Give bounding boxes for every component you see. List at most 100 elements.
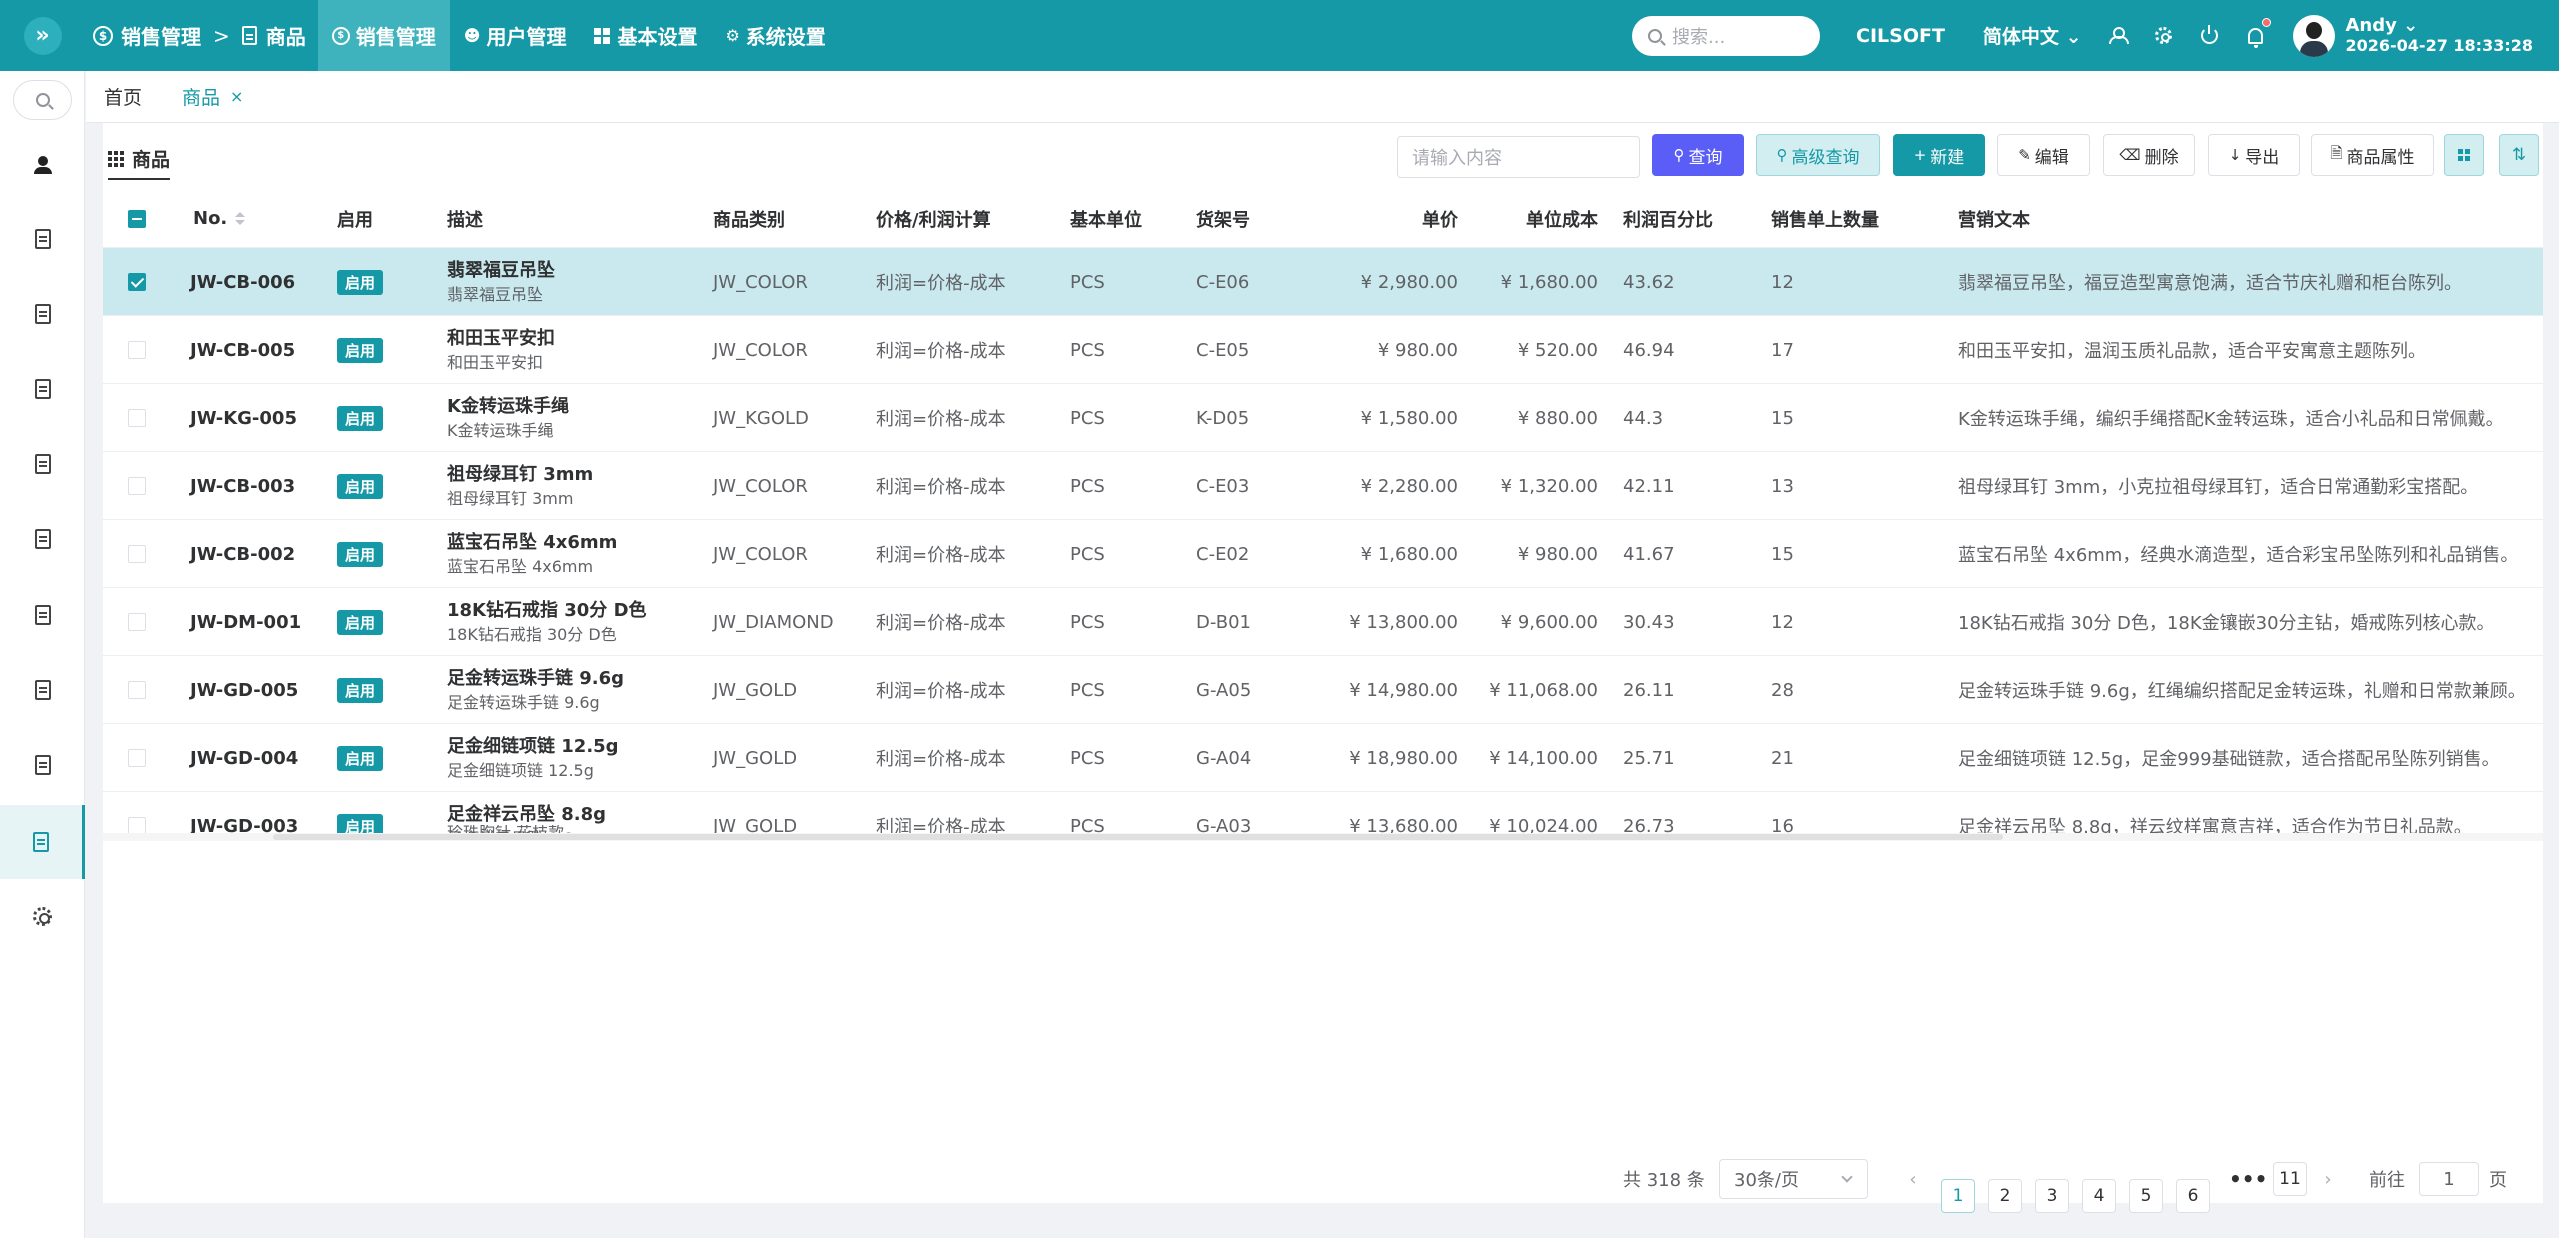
sidebar-item-document-5[interactable] xyxy=(0,502,85,576)
shelf-cell: C-E03 xyxy=(1196,475,1250,497)
sort-toggle-button[interactable]: ⇅ xyxy=(2499,134,2539,176)
next-page-button[interactable]: › xyxy=(2314,1162,2342,1196)
table-row[interactable]: JW-KG-005 启用 K金转运珠手绳 K金转运珠手绳 JW_KGOLD 利润=价格-成… xyxy=(103,384,2543,452)
query-input[interactable]: 请输入内容 xyxy=(1397,136,1640,178)
shelf-cell: C-E06 xyxy=(1196,271,1250,293)
enabled-cell: 启用 xyxy=(337,520,384,588)
delete-button[interactable]: ⌫ 删除 xyxy=(2103,134,2195,176)
product-name: 足金转运珠手链 9.6g xyxy=(447,668,625,689)
page-3[interactable]: 3 xyxy=(2035,1179,2069,1213)
table-row[interactable]: JW-DM-001 启用 18K钻石戒指 30分 D色 18K钻石戒指 30分 D色 J… xyxy=(103,588,2543,656)
nav-basic-settings[interactable]: 基本设置 xyxy=(580,0,711,71)
new-button[interactable]: + 新建 xyxy=(1893,134,1985,176)
settings-button[interactable] xyxy=(2153,26,2173,46)
price-calc-cell: 利润=价格-成本 xyxy=(876,341,1006,362)
sidebar-item-settings[interactable] xyxy=(0,879,85,953)
row-checkbox[interactable] xyxy=(128,384,146,452)
tab-products[interactable]: 商品 × xyxy=(182,83,243,110)
sidebar-item-document-2[interactable] xyxy=(0,277,85,351)
language-select[interactable]: 简体中文 ⌄ xyxy=(1983,22,2082,49)
row-checkbox[interactable] xyxy=(128,452,146,520)
close-icon[interactable]: × xyxy=(230,87,243,106)
row-checkbox[interactable] xyxy=(128,792,146,833)
product-attributes-button[interactable]: 🗎 商品属性 xyxy=(2311,134,2434,176)
logout-button[interactable] xyxy=(2199,25,2219,46)
sort-icon[interactable] xyxy=(235,212,246,225)
product-no: JW-CB-006 xyxy=(190,271,296,293)
page-5[interactable]: 5 xyxy=(2129,1179,2163,1213)
global-search-input[interactable]: 搜索... xyxy=(1632,15,1821,56)
enabled-cell: 启用 xyxy=(337,248,384,316)
sidebar-search-button[interactable] xyxy=(13,80,72,120)
view-title[interactable]: 商品 xyxy=(108,145,171,180)
sidebar-item-document-1[interactable] xyxy=(0,202,85,276)
top-nav: $ 销售管理 ☻ 用户管理 基本设置 ⚙ 系统设置 xyxy=(317,0,840,71)
table-row[interactable]: JW-CB-003 启用 祖母绿耳钉 3mm 祖母绿耳钉 3mm JW_COLOR 利润=… xyxy=(103,452,2543,520)
table-row[interactable]: JW-CB-006 启用 翡翠福豆吊坠 翡翠福豆吊坠 JW_COLOR 利润=价格-成本 P… xyxy=(103,248,2543,316)
page-4[interactable]: 4 xyxy=(2082,1179,2116,1213)
table-row[interactable]: JW-GD-004 启用 足金细链项链 12.5g 足金细链项链 12.5g JW_GO… xyxy=(103,724,2543,792)
qty-cell: 15 xyxy=(1771,407,1794,429)
page-last[interactable]: 11 xyxy=(2273,1162,2307,1196)
sidebar-item-document-8[interactable] xyxy=(0,728,85,802)
unit-cell: PCS xyxy=(1070,611,1105,633)
breadcrumb-module[interactable]: $ 销售管理 xyxy=(93,21,201,50)
advanced-query-button[interactable]: ⚲ 高级查询 xyxy=(1756,134,1880,176)
category-cell: JW_COLOR xyxy=(713,543,808,565)
prev-page-button[interactable]: ‹ xyxy=(1899,1162,1927,1196)
grid-icon xyxy=(594,27,611,44)
price-cell: ¥ 2,980.00 xyxy=(1360,271,1458,293)
row-checkbox[interactable] xyxy=(128,248,146,316)
table-row[interactable]: JW-GD-005 启用 足金转运珠手链 9.6g 足金转运珠手链 9.6g JW_GO… xyxy=(103,656,2543,724)
tab-home[interactable]: 首页 xyxy=(104,83,142,110)
notifications-button[interactable] xyxy=(2245,17,2272,48)
document-icon xyxy=(33,832,49,852)
status-badge: 启用 xyxy=(337,337,384,363)
row-checkbox[interactable] xyxy=(128,316,146,384)
row-checkbox[interactable] xyxy=(128,520,146,588)
query-button[interactable]: ⚲ 查询 xyxy=(1652,134,1744,176)
user-name: Andy xyxy=(2345,14,2397,36)
edit-button[interactable]: ✎ 编辑 xyxy=(1997,134,2090,176)
page-6[interactable]: 6 xyxy=(2176,1179,2210,1213)
document-icon xyxy=(34,755,51,775)
search-icon xyxy=(35,93,50,107)
select-all-checkbox[interactable] xyxy=(128,209,146,228)
goto-page-input[interactable]: 1 xyxy=(2419,1162,2479,1196)
nav-system-settings[interactable]: ⚙ 系统设置 xyxy=(711,0,839,71)
nav-sales-management[interactable]: $ 销售管理 xyxy=(317,0,450,71)
company-name[interactable]: CILSOFT xyxy=(1856,25,1945,47)
sidebar-item-users[interactable] xyxy=(0,128,85,202)
scrollbar-thumb[interactable] xyxy=(273,834,2003,840)
row-checkbox[interactable] xyxy=(128,656,146,724)
page-size-select[interactable]: 30条/页 xyxy=(1719,1159,1868,1199)
sidebar-item-document-3[interactable] xyxy=(0,352,85,426)
status-badge: 启用 xyxy=(337,677,384,703)
table-row[interactable]: JW-CB-002 启用 蓝宝石吊坠 4x6mm 蓝宝石吊坠 4x6mm JW_COLO… xyxy=(103,520,2543,588)
export-button[interactable]: ↓ 导出 xyxy=(2208,134,2300,176)
user-info[interactable]: Andy ⌄ 2026-04-27 18:33:28 xyxy=(2345,14,2533,56)
sidebar-item-document-6[interactable] xyxy=(0,578,85,652)
sidebar-item-document-7[interactable] xyxy=(0,653,85,727)
qty-cell: 16 xyxy=(1771,815,1794,834)
nav-user-management[interactable]: ☻ 用户管理 xyxy=(450,0,581,71)
grid-view-button[interactable] xyxy=(2444,134,2484,176)
document-icon xyxy=(34,379,51,399)
more-pages-ellipsis[interactable]: ••• xyxy=(2229,1167,2267,1191)
shelf-cell: C-E02 xyxy=(1196,543,1250,565)
sidebar-item-document-4[interactable] xyxy=(0,427,85,501)
profile-button[interactable] xyxy=(2107,26,2130,46)
table-row[interactable]: JW-CB-005 启用 和田玉平安扣 和田玉平安扣 JW_COLOR 利润=价格-成本 P… xyxy=(103,316,2543,384)
sidebar-toggle-button[interactable]: » xyxy=(23,16,62,55)
page-1[interactable]: 1 xyxy=(1941,1179,1975,1213)
col-no[interactable]: No. xyxy=(193,208,246,229)
price-cell: ¥ 18,980.00 xyxy=(1349,747,1458,769)
horizontal-scrollbar[interactable] xyxy=(103,833,2543,841)
shelf-cell: G-A03 xyxy=(1196,815,1252,834)
margin-cell: 26.11 xyxy=(1623,679,1675,701)
row-checkbox[interactable] xyxy=(128,588,146,656)
page-2[interactable]: 2 xyxy=(1988,1179,2022,1213)
sidebar-item-products[interactable] xyxy=(0,805,85,879)
avatar[interactable] xyxy=(2293,14,2336,57)
row-checkbox[interactable] xyxy=(128,724,146,792)
